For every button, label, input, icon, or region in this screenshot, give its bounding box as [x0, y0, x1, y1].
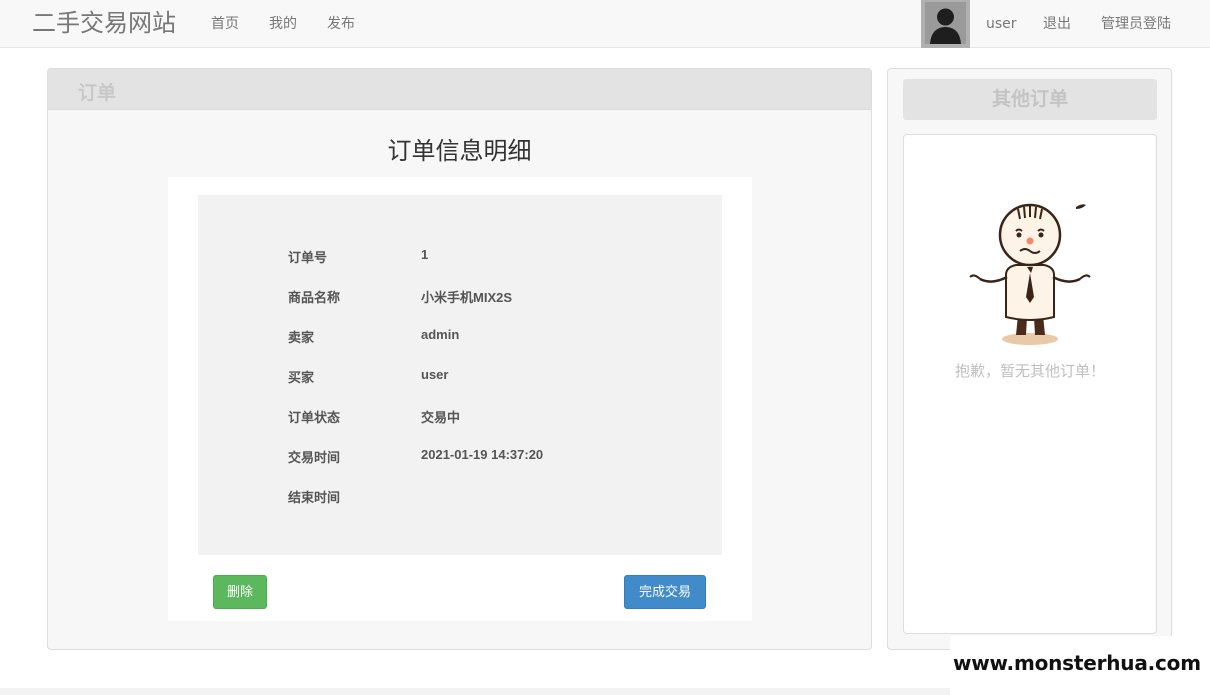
order-info-row: 买家 user [198, 367, 722, 387]
watermark: www.monsterhua.com [950, 636, 1210, 695]
buyer-label: 买家 [288, 370, 315, 385]
confused-character-icon [962, 197, 1098, 351]
order-panel-heading: 订单 [48, 69, 871, 110]
order-info-row: 订单状态 交易中 [198, 407, 722, 427]
order-info-row: 商品名称 小米手机MIX2S [198, 287, 722, 307]
order-info-row: 订单号 1 [198, 247, 722, 267]
order-panel: 订单 订单信息明细 订单号 1 商品名称 小米手机MIX2S 卖家 admin … [47, 68, 872, 650]
order-info-box: 订单号 1 商品名称 小米手机MIX2S 卖家 admin 买家 user 订单… [198, 195, 722, 555]
order-detail-card: 订单号 1 商品名称 小米手机MIX2S 卖家 admin 买家 user 订单… [168, 177, 752, 621]
order-id-label: 订单号 [288, 250, 328, 265]
end-time-label: 结束时间 [288, 490, 341, 505]
order-info-row: 结束时间 [198, 487, 722, 507]
site-brand[interactable]: 二手交易网站 [32, 8, 176, 38]
order-info-row: 交易时间 2021-01-19 14:37:20 [198, 447, 722, 467]
trade-time-value: 2021-01-19 14:37:20 [421, 447, 544, 462]
order-status-label: 订单状态 [288, 410, 341, 425]
product-name-label: 商品名称 [288, 290, 341, 305]
product-name-value: 小米手机MIX2S [421, 290, 513, 305]
seller-label: 卖家 [288, 330, 315, 345]
nav-link-mine[interactable]: 我的 [269, 15, 297, 33]
order-info-row: 卖家 admin [198, 327, 722, 347]
nav-username[interactable]: user [986, 15, 1017, 33]
nav-link-publish[interactable]: 发布 [327, 15, 355, 33]
order-id-value: 1 [421, 247, 429, 262]
order-detail-title: 订单信息明细 [387, 137, 532, 165]
avatar-icon[interactable] [921, 0, 970, 48]
page-bottom-divider [0, 688, 950, 695]
other-orders-heading: 其他订单 [903, 79, 1157, 120]
other-orders-panel: 其他订单 抱歉，暂无其他订单！ [887, 68, 1172, 650]
order-panel-title: 订单 [78, 82, 117, 104]
trade-time-label: 交易时间 [288, 450, 341, 465]
other-orders-card: 抱歉，暂无其他订单！ [903, 134, 1157, 634]
nav-logout-link[interactable]: 退出 [1043, 15, 1071, 33]
top-navbar: 二手交易网站 首页 我的 发布 user 退出 管理员登陆 [0, 0, 1210, 48]
delete-button[interactable]: 删除 [213, 575, 267, 609]
no-other-orders-text: 抱歉，暂无其他订单！ [954, 362, 1105, 380]
seller-value: admin [421, 327, 460, 342]
nav-admin-login-link[interactable]: 管理员登陆 [1101, 15, 1171, 33]
order-status-value: 交易中 [421, 410, 461, 425]
nav-link-home[interactable]: 首页 [211, 15, 239, 33]
buyer-value: user [421, 367, 449, 382]
watermark-text: www.monsterhua.com [953, 651, 1201, 675]
complete-trade-button[interactable]: 完成交易 [624, 575, 706, 609]
